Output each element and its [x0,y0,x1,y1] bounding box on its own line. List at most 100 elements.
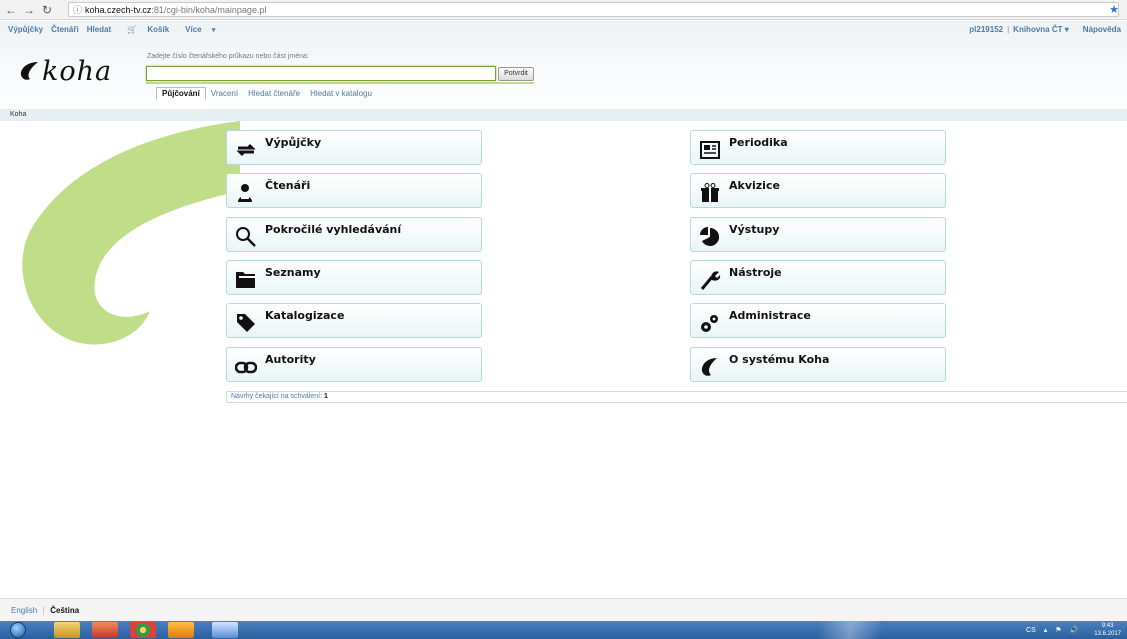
module-label: Výpůjčky [265,136,322,149]
gift-icon [701,183,719,202]
koha-leaf-icon [20,62,38,80]
chrome-icon[interactable] [130,622,156,638]
module-ctenari[interactable]: Čtenáři [226,173,482,208]
nav-hledat[interactable]: Hledat [87,25,111,34]
tray-expand-icon[interactable]: ▴ [1044,626,1048,634]
pending-count: 1 [324,393,328,400]
forward-arrow-icon[interactable]: → [22,3,36,17]
office-app-icon[interactable] [92,622,118,638]
tab-hledat-ctenare[interactable]: Hledat čtenáře [243,88,305,99]
patron-search-input[interactable] [147,67,495,80]
search-label: Zadejte číslo čtenářského průkazu nebo č… [147,53,309,60]
module-label: Nástroje [729,266,782,279]
network-flag-icon[interactable]: ⚑ [1055,626,1061,634]
browser-toolbar: ← → ↻ ⓘ koha.czech-tv.cz:81/cgi-bin/koha… [0,0,1127,20]
submit-button[interactable]: Potvrdit [498,67,534,81]
module-autority[interactable]: Autority [226,347,482,382]
lang-czech: Čeština [43,605,79,615]
tab-hledat-v-katalogu[interactable]: Hledat v katalogu [305,88,377,99]
library-name: Knihovna ČT [1013,24,1063,34]
nav-kosik[interactable]: 🛒 Košík [119,25,169,34]
module-akvizice[interactable]: Akvizice [690,173,946,208]
separator: | [1007,24,1010,34]
tab-pujcovani[interactable]: Půjčování [156,87,206,100]
pie-chart-icon [700,227,720,246]
logo-text: koha [42,55,113,87]
cart-icon: 🛒 [127,24,138,34]
nav-vice-label: Více [185,24,202,34]
module-label: Administrace [729,309,811,322]
breadcrumb: Koha [0,109,1127,121]
module-label: Čtenáři [265,179,311,192]
volume-icon[interactable]: 🔊 [1070,626,1079,634]
newspaper-icon [700,141,720,159]
module-label: O systému Koha [729,353,830,366]
module-label: Periodika [729,136,788,149]
koha-logo[interactable]: koha [18,54,138,88]
clock-time: 9:43 [1101,623,1114,629]
wrench-icon [700,271,721,290]
tab-vraceni[interactable]: Vracení [206,88,243,99]
module-label: Autority [265,353,316,366]
module-seznamy[interactable]: Seznamy [226,260,482,295]
url-host: koha.czech-tv.cz [85,4,152,15]
taskbar-glare [770,621,930,639]
file-explorer-icon[interactable] [54,622,80,638]
module-nastroje[interactable]: Nástroje [690,260,946,295]
pending-label: Návrhy čekající na schválení: [231,393,323,400]
lang-english[interactable]: English [11,606,37,615]
module-pokrocile-vyhledavani[interactable]: Pokročilé vyhledávání [226,217,482,252]
paint-icon[interactable] [212,622,238,638]
folder-list-icon [236,272,255,288]
gears-icon [701,315,718,332]
user-navigation: pl219152 | Knihovna ČT ▾ Nápověda [969,21,1121,37]
os-taskbar: CS ▴ ⚑ 🔊 9:43 13.6.2017 [0,621,1127,639]
url-path: :81/cgi-bin/koha/mainpage.pl [151,4,267,15]
module-o-systemu-koha[interactable]: O systému Koha [690,347,946,382]
module-katalogizace[interactable]: Katalogizace [226,303,482,338]
reload-icon[interactable]: ↻ [40,3,54,17]
pending-suggestions[interactable]: Návrhy čekající na schválení: 1 [226,391,1127,403]
decorative-leaf-shape [22,121,240,345]
top-navigation: Výpůjčky Čtenáři Hledat 🛒 Košík Více ▾ [0,21,1127,37]
module-vypujcky[interactable]: Výpůjčky [226,130,482,165]
info-icon[interactable]: ⓘ [73,3,82,16]
patron-search-field[interactable] [146,66,496,81]
breadcrumb-home[interactable]: Koha [10,111,26,118]
nav-vice[interactable]: Více ▾ [177,25,215,34]
module-administrace[interactable]: Administrace [690,303,946,338]
help-link[interactable]: Nápověda [1083,25,1121,34]
clock-date: 13.6.2017 [1094,631,1121,637]
language-bar: English Čeština [0,598,1127,621]
address-bar[interactable]: ⓘ koha.czech-tv.cz:81/cgi-bin/koha/mainp… [68,2,1119,17]
bookmark-star-icon[interactable]: ★ [1109,3,1119,16]
koha-header: Výpůjčky Čtenáři Hledat 🛒 Košík Více ▾ p… [0,21,1127,109]
caret-down-icon: ▾ [211,26,216,34]
module-vystupy[interactable]: Výstupy [690,217,946,252]
patron-person-icon [238,184,252,202]
start-button-icon[interactable] [10,622,26,638]
koha-leaf-icon [701,358,717,376]
nav-kosik-label: Košík [147,24,170,34]
search-icon [236,227,256,247]
outlook-icon[interactable] [168,622,194,638]
library-selector[interactable]: Knihovna ČT ▾ [1013,25,1069,34]
nav-vypujcky[interactable]: Výpůjčky [8,25,43,34]
module-periodika[interactable]: Periodika [690,130,946,165]
module-label: Pokročilé vyhledávání [265,223,402,236]
circulation-arrows-icon [236,143,256,157]
nav-ctenari[interactable]: Čtenáři [51,25,79,34]
caret-down-icon: ▾ [1064,24,1069,34]
module-label: Výstupy [729,223,780,236]
search-tabs: Půjčování Vracení Hledat čtenáře Hledat … [156,86,377,101]
clock[interactable]: 9:43 13.6.2017 [1086,622,1121,638]
chain-link-icon [235,361,257,374]
back-arrow-icon[interactable]: ← [4,3,18,17]
tag-icon [237,314,255,332]
user-name[interactable]: pl219152 [969,25,1003,34]
input-language[interactable]: CS [1026,627,1036,634]
module-label: Katalogizace [265,309,345,322]
system-tray: CS ▴ ⚑ 🔊 9:43 13.6.2017 [1018,621,1121,639]
module-label: Seznamy [265,266,321,279]
search-underline [146,82,534,84]
